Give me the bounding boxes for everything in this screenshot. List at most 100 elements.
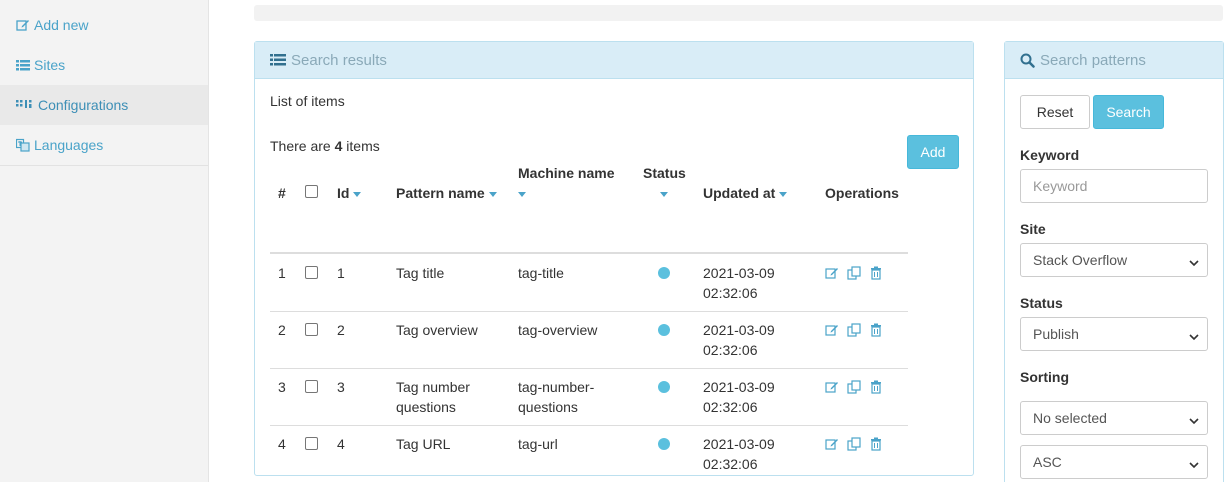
updated-time: 02:32:06 [703,399,758,415]
sidebar-item-label: Languages [34,137,104,153]
copy-icon[interactable] [847,323,861,337]
sidebar-item-add-new[interactable]: Add new [0,5,208,45]
name-line-2: questions [396,399,456,415]
updated-time: 02:32:06 [703,342,758,358]
trash-icon[interactable] [869,437,883,451]
machine-line-1: tag-overview [518,322,598,338]
row-pattern-name: Tag number questions [396,377,470,417]
updated-date: 2021-03-09 [703,265,775,281]
chevron-down-icon [1189,255,1199,271]
search-results-header: Search results [255,42,973,79]
table-row: 3 3 Tag number questions tag-number-quest… [270,369,908,425]
grid-icon [16,98,34,112]
updated-date: 2021-03-09 [703,322,775,338]
col-header-machine-name[interactable]: Machine name [518,163,614,203]
search-button[interactable]: Search [1093,95,1164,129]
edit-icon [16,18,30,32]
sort-caret-icon [353,191,362,197]
chevron-down-icon [1189,329,1199,345]
row-updated-at: 2021-03-09 02:32:06 [703,263,775,303]
list-title: List of items [270,93,345,109]
name-line-1: Tag title [396,265,445,281]
row-updated-at: 2021-03-09 02:32:06 [703,320,775,360]
col-header-operations: Operations [825,185,899,201]
status-select[interactable]: Publish [1020,317,1208,351]
col-header-num: # [278,185,286,201]
order-value: ASC [1033,454,1062,470]
trash-icon[interactable] [869,266,883,280]
col-header-status[interactable]: Status [643,163,686,203]
panel-title: Search results [291,51,387,69]
row-checkbox[interactable] [305,380,318,393]
sorting-select[interactable]: No selected [1020,401,1208,435]
keyword-input[interactable]: Keyword [1020,169,1208,203]
row-machine-name: tag-overview [518,320,597,340]
updated-time: 02:32:06 [703,456,758,472]
items-count: There are 4 items [270,138,380,154]
search-patterns-header: Search patterns [1005,42,1223,79]
sidebar-item-label: Add new [34,17,89,33]
select-all-checkbox[interactable] [305,185,318,198]
status-indicator [658,381,670,393]
row-num: 1 [278,265,286,281]
keyword-label: Keyword [1020,147,1080,163]
row-updated-at: 2021-03-09 02:32:06 [703,377,775,417]
updated-time: 02:32:06 [703,285,758,301]
trash-icon[interactable] [869,380,883,394]
col-header-pattern-name[interactable]: Pattern name [396,183,497,203]
row-id: 1 [337,265,345,281]
trash-icon[interactable] [869,323,883,337]
search-patterns-panel: Search patterns Reset Search Keyword Key… [1004,41,1224,482]
col-header-updated-at[interactable]: Updated at [703,183,788,203]
row-operations [825,380,883,394]
status-indicator [658,438,670,450]
col-header-id[interactable]: Id [337,183,362,203]
sort-caret-icon [660,191,668,197]
row-checkbox[interactable] [305,437,318,450]
sidebar-item-sites[interactable]: Sites [0,45,208,85]
sort-caret-icon [488,191,497,197]
count-value: 4 [334,138,343,154]
updated-date: 2021-03-09 [703,379,775,395]
sidebar-item-configurations[interactable]: Configurations [0,85,208,125]
col-label: Pattern name [396,185,485,201]
row-machine-name: tag-url [518,434,558,454]
status-indicator [658,324,670,336]
sorting-label: Sorting [1020,369,1069,385]
row-machine-name: tag-number-questions [518,377,594,417]
edit-icon[interactable] [825,437,839,451]
site-select[interactable]: Stack Overflow [1020,243,1208,277]
row-id: 2 [337,322,345,338]
row-checkbox[interactable] [305,323,318,336]
search-icon [1020,53,1035,68]
table-row: 2 2 Tag overview tag-overview 2021-03-09… [270,312,908,368]
updated-date: 2021-03-09 [703,436,775,452]
order-select[interactable]: ASC [1020,445,1208,479]
row-machine-name: tag-title [518,263,564,283]
copy-icon[interactable] [847,266,861,280]
sidebar-item-label: Configurations [38,97,129,113]
edit-icon[interactable] [825,380,839,394]
edit-icon[interactable] [825,323,839,337]
copy-icon[interactable] [847,380,861,394]
copy-icon[interactable] [847,437,861,451]
row-pattern-name: Tag title [396,263,444,283]
sort-caret-icon [518,191,526,197]
sidebar-divider [0,165,208,166]
col-label: Status [643,165,686,181]
count-suffix: items [346,138,380,154]
row-checkbox[interactable] [305,266,318,279]
status-value: Publish [1033,326,1079,342]
edit-icon[interactable] [825,266,839,280]
machine-line-1: tag-title [518,265,564,281]
site-value: Stack Overflow [1033,252,1128,268]
sidebar-item-languages[interactable]: Languages [0,125,208,165]
site-label: Site [1020,221,1046,237]
row-num: 4 [278,436,286,452]
sorting-value: No selected [1033,410,1107,426]
add-button[interactable]: Add [907,135,959,169]
machine-line-1: tag-url [518,436,558,452]
keyword-placeholder: Keyword [1033,178,1088,194]
sidebar: Add new Sites Configurations Languages [0,0,209,482]
reset-button[interactable]: Reset [1020,95,1090,129]
